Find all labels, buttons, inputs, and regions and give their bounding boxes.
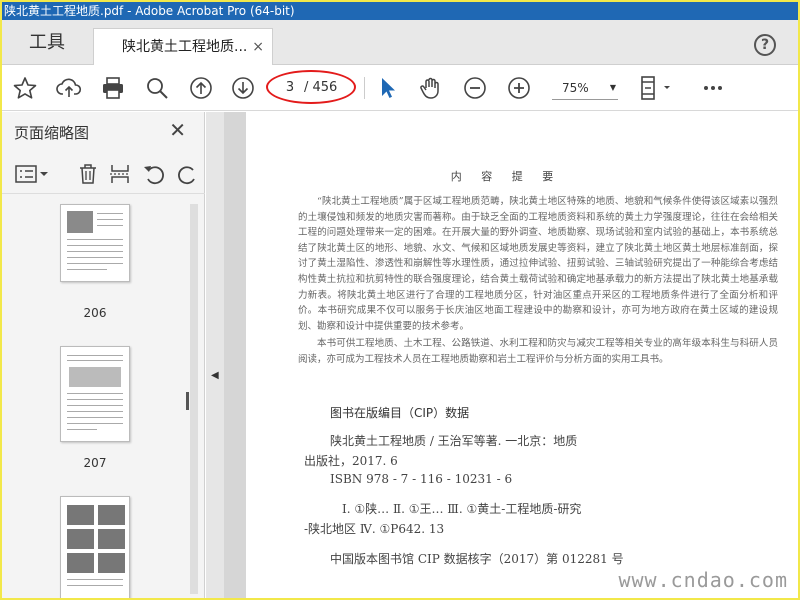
delete-icon[interactable] (76, 162, 100, 186)
thumbnail-image (67, 211, 93, 233)
fit-page-icon[interactable] (638, 75, 674, 101)
thumbnail-text-line (97, 213, 123, 214)
thumbnail-text-line (67, 245, 123, 246)
thumbnail-image (67, 529, 94, 549)
thumbnail-list: 206 207 (2, 196, 192, 598)
resize-grip[interactable] (186, 392, 189, 410)
abstract-paragraph: “陕北黄土工程地质”属于区域工程地质范畴，陕北黄土地区特殊的地质、地貌和气候条件… (298, 196, 778, 332)
app-window: 陕北黄土工程地质.pdf - Adobe Acrobat Pro (64-bit… (2, 2, 798, 598)
help-button[interactable]: ? (754, 34, 776, 56)
page-thumbnails-panel: 页面缩略图 ✕ 206 207 (2, 112, 205, 598)
thumbnail-text-line (67, 239, 123, 240)
thumbnail-image (98, 529, 125, 549)
tab-bar: 工具 陕北黄土工程地质... × ? (2, 20, 798, 65)
thumbnail-text-line (67, 251, 123, 252)
thumbnail-text-line (97, 225, 123, 226)
thumbnail-text-line (67, 393, 123, 394)
thumbnail-image (67, 505, 94, 525)
close-tab-button[interactable]: × (252, 29, 264, 65)
cip-line: ISBN 978 - 7 - 116 - 10231 - 6 (330, 472, 513, 486)
zoom-out-icon[interactable] (462, 75, 488, 101)
thumbnail-toolbar (2, 154, 205, 194)
thumbnail-image (69, 367, 121, 387)
rotate-left-icon[interactable] (142, 162, 166, 186)
thumbnail-text-line (67, 269, 107, 270)
tab-document-label: 陕北黄土工程地质... (122, 39, 248, 55)
thumbnail-text-line (67, 585, 123, 586)
options-menu-icon[interactable] (14, 162, 50, 186)
scrollbar-thumb[interactable] (190, 204, 198, 594)
cip-heading: 图书在版编目（CIP）数据 (330, 406, 470, 420)
bookmark-star-icon[interactable] (12, 75, 38, 101)
thumbnail-text-line (67, 355, 123, 356)
chevron-down-icon: ▼ (609, 83, 616, 92)
thumbnail-text-line (67, 417, 123, 418)
thumbnail-image (98, 505, 125, 525)
highlight-oval (266, 70, 356, 104)
next-page-icon[interactable] (230, 75, 256, 101)
search-icon[interactable] (144, 75, 170, 101)
thumbnail-text-line (67, 579, 123, 580)
cip-line: Ⅰ. ①陕… Ⅱ. ①王… Ⅲ. ①黄土-工程地质-研究 (342, 502, 582, 516)
print-icon[interactable] (100, 75, 126, 101)
page-thumbnail-206[interactable] (60, 204, 130, 282)
select-cursor-icon[interactable] (374, 75, 400, 101)
page-thumbnail-207[interactable] (60, 346, 130, 442)
hand-tool-icon[interactable] (418, 75, 444, 101)
thumbnail-scrollbar[interactable] (190, 204, 198, 594)
zoom-level-select[interactable]: 75% ▼ (552, 76, 618, 100)
thumbnail-page-number: 207 (83, 456, 107, 470)
thumbnail-image (67, 553, 94, 573)
thumbnail-text-line (67, 423, 123, 424)
page-heading: 内 容 提 要 (450, 170, 562, 183)
thumbnail-image (98, 553, 125, 573)
rotate-right-icon[interactable] (176, 162, 200, 186)
thumbnail-text-line (67, 411, 123, 412)
extract-pages-icon[interactable] (108, 162, 132, 186)
panel-title: 页面缩略图 (14, 124, 90, 142)
thumbnail-text-line (67, 360, 123, 361)
title-bar: 陕北黄土工程地质.pdf - Adobe Acrobat Pro (64-bit… (2, 2, 798, 20)
thumbnail-text-line (67, 405, 123, 406)
cip-line: 出版社，2017. 6 (304, 454, 398, 468)
thumbnail-text-line (67, 263, 123, 264)
main-toolbar: 3 / 456 75% ▼ (2, 65, 798, 111)
cip-line: 陕北黄土工程地质 / 王治军等著. 一北京：地质 (330, 434, 578, 448)
tab-tools[interactable]: 工具 (2, 20, 92, 65)
panel-collapse-handle[interactable]: ◀ (186, 112, 224, 598)
site-watermark: www.cndao.com (618, 568, 788, 592)
thumbnail-text-line (97, 219, 123, 220)
cip-line: -陕北地区 Ⅳ. ①P642. 13 (304, 522, 445, 536)
tab-document[interactable]: 陕北黄土工程地质... × (93, 28, 273, 65)
previous-page-icon[interactable] (188, 75, 214, 101)
window-title: 陕北黄土工程地质.pdf - Adobe Acrobat Pro (64-bit… (4, 4, 295, 18)
document-view[interactable]: 内 容 提 要 “陕北黄土工程地质”属于区域工程地质范畴，陕北黄土地区特殊的地质… (224, 112, 798, 598)
toolbar-divider (364, 77, 365, 99)
thumbnail-text-line (67, 399, 123, 400)
zoom-in-icon[interactable] (506, 75, 532, 101)
cip-line: 中国版本图书馆 CIP 数据核字（2017）第 012281 号 (330, 552, 624, 566)
thumbnail-text-line (67, 257, 123, 258)
collapse-arrow-icon: ◀ (211, 370, 219, 381)
cloud-upload-icon[interactable] (56, 75, 82, 101)
abstract-paragraph: 本书可供工程地质、土木工程、公路铁道、水利工程和防灾与减灾工程等相关专业的高年级… (298, 338, 778, 365)
pdf-page: 内 容 提 要 “陕北黄土工程地质”属于区域工程地质范畴，陕北黄土地区特殊的地质… (246, 112, 798, 598)
zoom-level-value: 75% (562, 81, 589, 95)
close-panel-button[interactable]: ✕ (169, 118, 186, 142)
more-options-icon[interactable] (700, 75, 726, 101)
page-thumbnail-208[interactable] (60, 496, 130, 598)
thumbnail-page-number: 206 (83, 306, 107, 320)
thumbnail-text-line (67, 429, 97, 430)
